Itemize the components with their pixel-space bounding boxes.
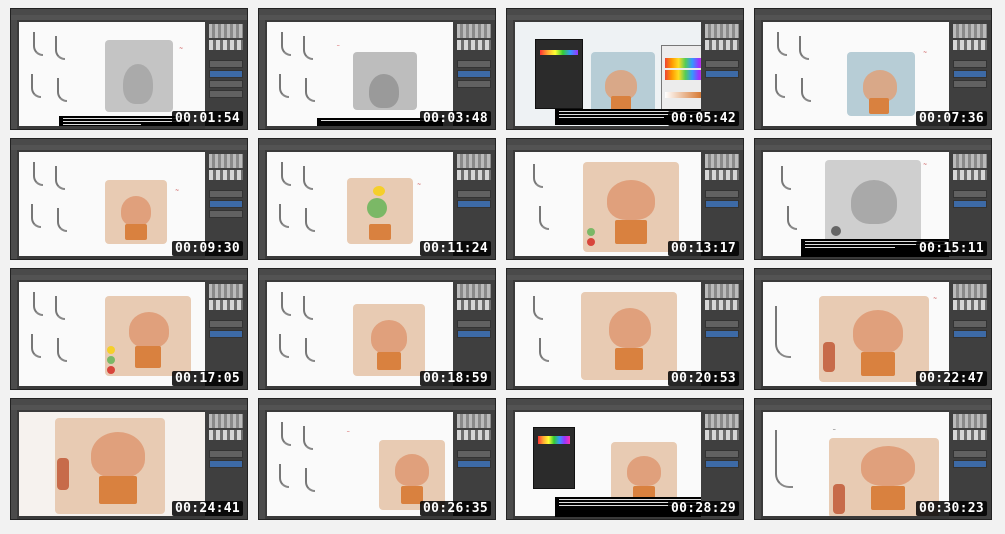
timestamp-label: 00:11:24 (419, 241, 491, 256)
painted-nose (825, 160, 921, 250)
painted-nose (353, 52, 417, 110)
timestamp-label: 00:07:36 (915, 111, 987, 126)
video-thumbnail[interactable]: ~ 00:22:47 (754, 268, 992, 390)
timestamp-label: 00:26:35 (419, 501, 491, 516)
timestamp-label: 00:15:11 (915, 241, 987, 256)
swatches-dialog (533, 427, 575, 489)
painted-nose (105, 40, 173, 112)
painted-nose (105, 180, 167, 244)
video-thumbnail[interactable]: 00:17:05 (10, 268, 248, 390)
timestamp-label: 00:01:54 (171, 111, 243, 126)
swatches-dialog (535, 39, 583, 109)
video-thumbnail[interactable]: 00:24:41 (10, 398, 248, 520)
timestamp-label: 00:30:23 (915, 501, 987, 516)
painted-nose (55, 418, 165, 514)
video-thumbnail[interactable]: ~ 00:11:24 (258, 138, 496, 260)
timestamp-label: 00:09:30 (171, 241, 243, 256)
video-thumbnail[interactable]: ~ 00:09:30 (10, 138, 248, 260)
timestamp-label: 00:13:17 (667, 241, 739, 256)
video-thumbnail[interactable]: ~ 00:07:36 (754, 8, 992, 130)
video-thumbnail[interactable]: 00:28:29 (506, 398, 744, 520)
painted-nose (347, 178, 413, 244)
painted-nose (353, 304, 425, 376)
painted-nose (847, 52, 915, 116)
video-thumbnail-grid: ~ 00:01:54 _ 00:03:48 00:05:42 ~ 00:07:3… (0, 0, 1005, 534)
video-thumbnail[interactable]: 00:20:53 (506, 268, 744, 390)
timestamp-label: 00:20:53 (667, 371, 739, 386)
tools-panel (11, 20, 17, 129)
timestamp-label: 00:05:42 (667, 111, 739, 126)
painted-nose (581, 292, 677, 380)
timestamp-label: 00:22:47 (915, 371, 987, 386)
painted-nose (819, 296, 929, 382)
nose-sketches (23, 26, 81, 122)
timestamp-label: 00:24:41 (171, 501, 243, 516)
video-thumbnail[interactable]: ~ 00:01:54 (10, 8, 248, 130)
video-thumbnail[interactable]: _ 00:03:48 (258, 8, 496, 130)
video-thumbnail[interactable]: ~ 00:15:11 (754, 138, 992, 260)
painted-nose (583, 162, 679, 252)
video-thumbnail[interactable]: 00:18:59 (258, 268, 496, 390)
timestamp-label: 00:28:29 (667, 501, 739, 516)
video-thumbnail[interactable]: _ 00:26:35 (258, 398, 496, 520)
video-thumbnail[interactable]: 00:13:17 (506, 138, 744, 260)
timestamp-label: 00:18:59 (419, 371, 491, 386)
painted-nose (379, 440, 445, 510)
subtitle-caption (59, 116, 189, 126)
painted-nose (105, 296, 191, 376)
timestamp-label: 00:17:05 (171, 371, 243, 386)
video-thumbnail[interactable]: 00:05:42 (506, 8, 744, 130)
timestamp-label: 00:03:48 (419, 111, 491, 126)
video-thumbnail[interactable]: _ 00:30:23 (754, 398, 992, 520)
